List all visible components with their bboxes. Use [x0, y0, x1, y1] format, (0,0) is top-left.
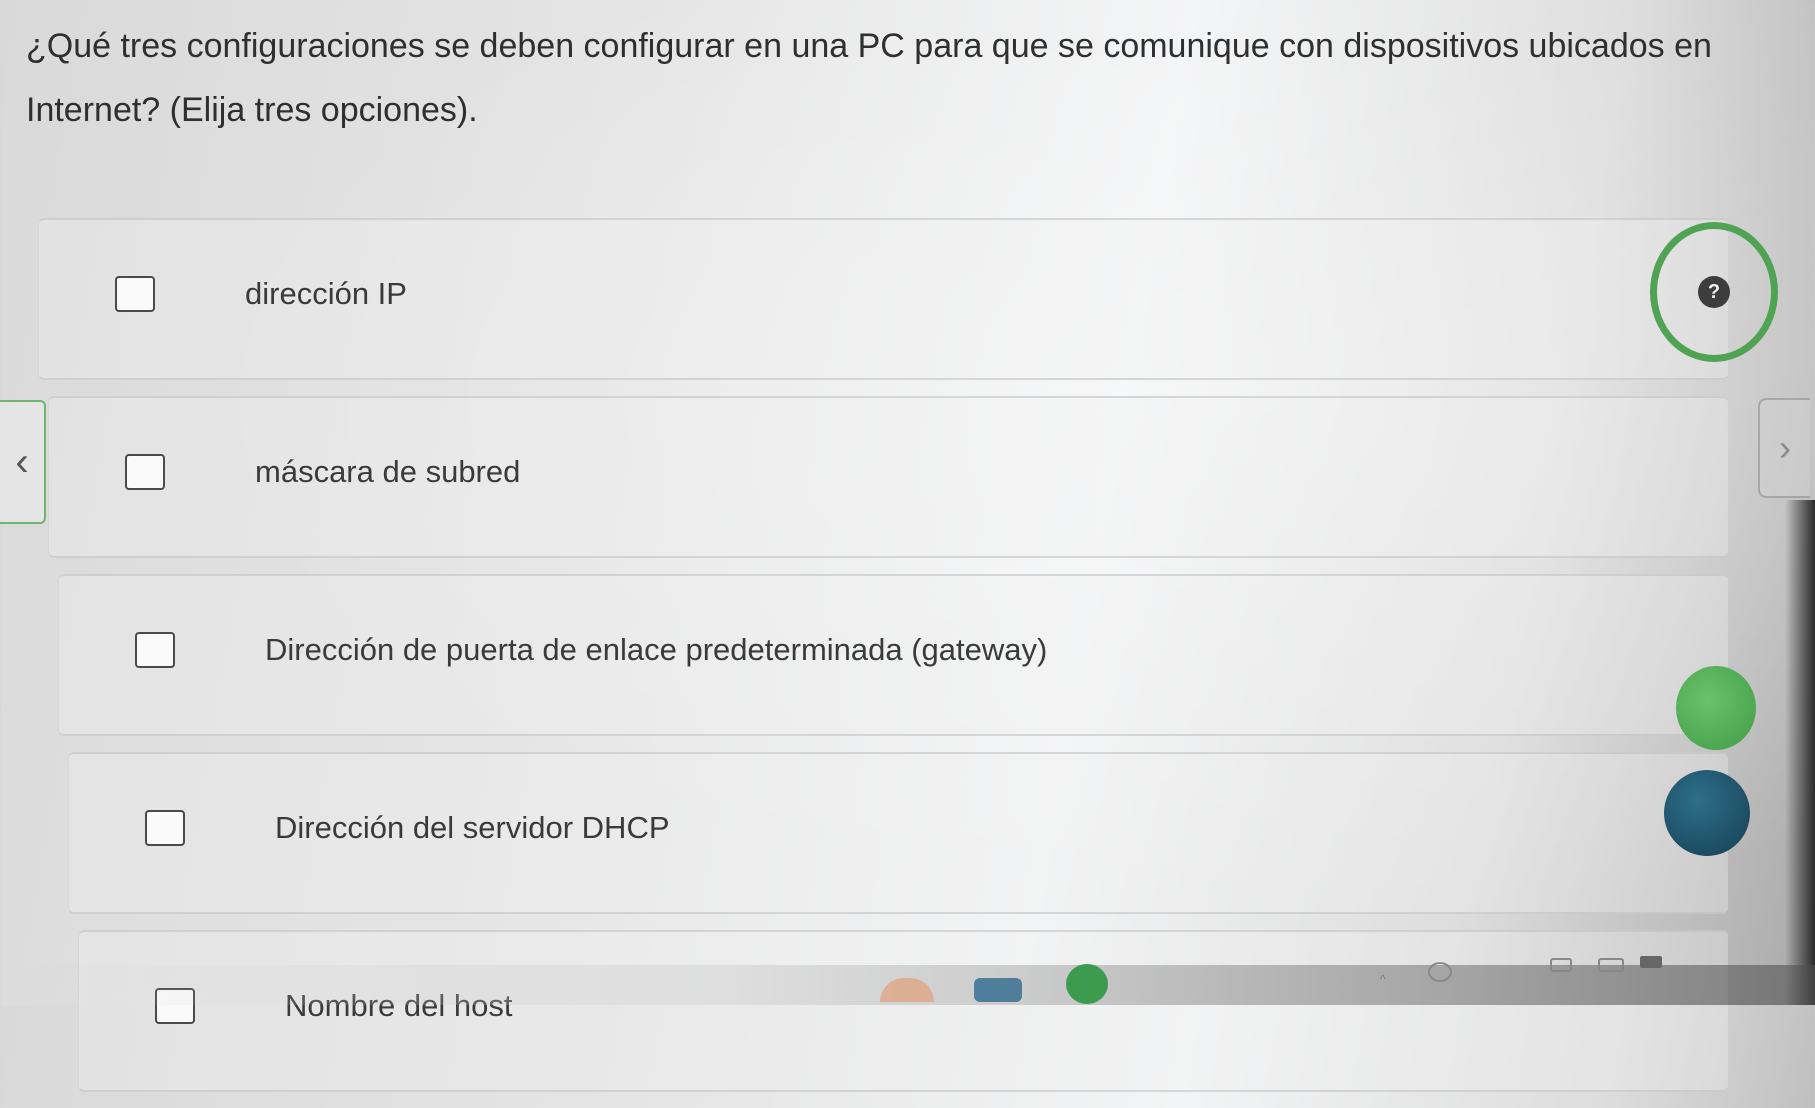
option-label: dirección IP [245, 276, 407, 311]
option-dhcp-server[interactable]: Dirección del servidor DHCP [68, 752, 1728, 914]
question-text: ¿Qué tres configuraciones se deben confi… [26, 27, 1712, 129]
next-button[interactable]: › [1758, 398, 1810, 498]
checkbox[interactable] [145, 810, 185, 846]
option-default-gateway[interactable]: Dirección de puerta de enlace predetermi… [58, 574, 1728, 736]
battery-icon[interactable] [1640, 956, 1662, 968]
screen-edge-shadow [1785, 500, 1815, 1005]
help-icon: ? [1698, 276, 1730, 308]
volume-icon[interactable] [1598, 958, 1624, 972]
taskbar-app-icon[interactable] [974, 978, 1022, 1002]
option-label: máscara de subred [255, 454, 521, 489]
checkbox[interactable] [135, 632, 175, 668]
option-subnet-mask[interactable]: máscara de subred [48, 396, 1728, 558]
option-label: Dirección del servidor DHCP [275, 810, 670, 845]
previous-button[interactable]: ‹ [0, 400, 46, 524]
checkbox[interactable] [125, 454, 165, 490]
system-tray: ^ [1380, 938, 1800, 998]
chevron-left-icon: ‹ [15, 439, 29, 484]
blue-round-button[interactable] [1664, 770, 1750, 856]
chevron-right-icon: › [1779, 427, 1791, 468]
checkbox[interactable] [115, 276, 155, 312]
option-label: Dirección de puerta de enlace predetermi… [265, 632, 1048, 667]
wifi-icon[interactable] [1550, 958, 1572, 972]
taskbar-app-icon[interactable] [1066, 964, 1108, 1004]
chevron-up-icon[interactable]: ^ [1380, 972, 1386, 986]
cloud-icon[interactable] [1428, 962, 1452, 982]
green-round-button[interactable] [1676, 666, 1756, 750]
help-button[interactable]: ? [1650, 222, 1778, 362]
option-ip-address[interactable]: dirección IP [38, 218, 1728, 380]
